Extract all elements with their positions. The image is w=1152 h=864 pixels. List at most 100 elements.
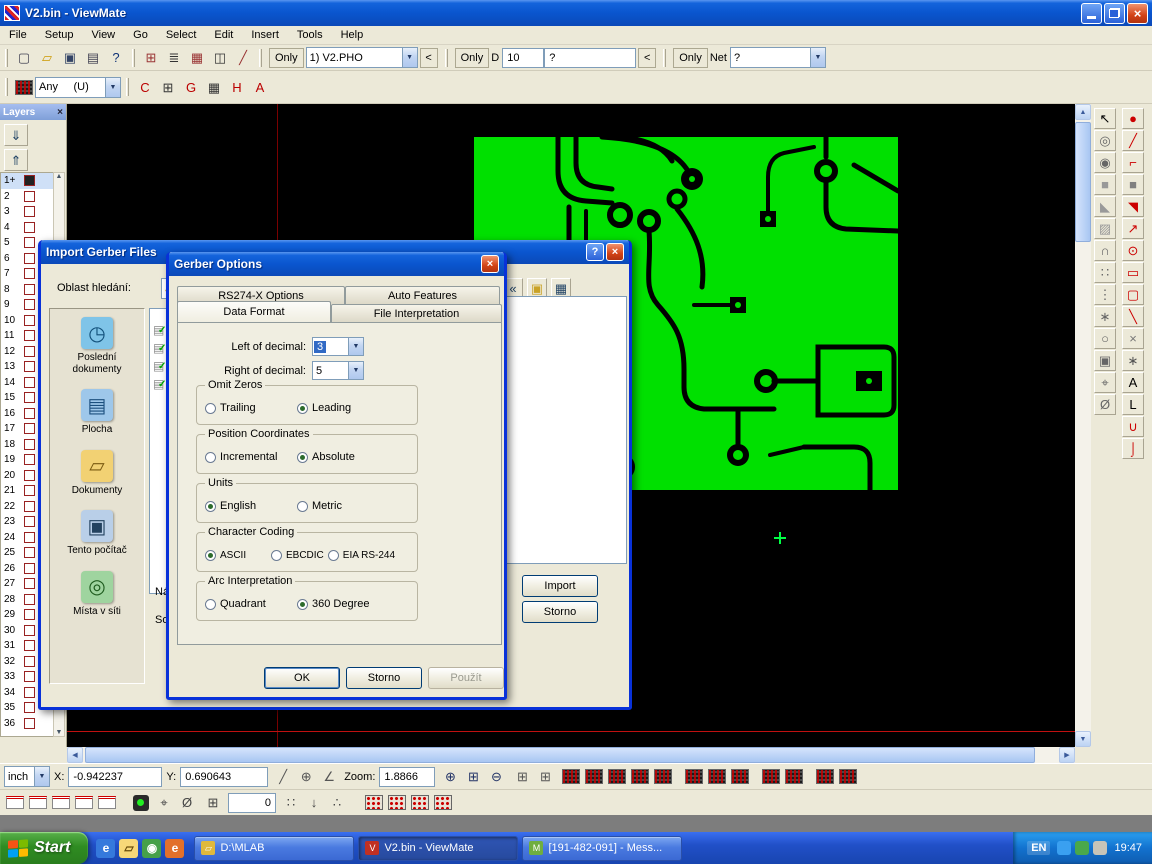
- minimize-button[interactable]: [1081, 3, 1102, 24]
- close-button[interactable]: ×: [1127, 3, 1148, 24]
- pad-mode-2-icon[interactable]: [783, 766, 805, 788]
- tab-data-format[interactable]: Data Format: [177, 301, 331, 322]
- dot-grid-icon[interactable]: ∷: [280, 792, 302, 814]
- layer-status-light-icon[interactable]: [133, 795, 149, 811]
- ok-button[interactable]: OK: [264, 667, 340, 689]
- browser-quicklaunch-icon[interactable]: e: [165, 839, 184, 858]
- vector-icon[interactable]: ↗: [1122, 218, 1144, 239]
- taskbar-task-v2-bin-viewmate[interactable]: VV2.bin - ViewMate: [358, 836, 518, 861]
- zoom-window-icon[interactable]: ⊞: [462, 766, 484, 788]
- toolbar-grip[interactable]: [259, 49, 262, 67]
- layer-row-2[interactable]: 2: [1, 189, 53, 205]
- radio-absolute[interactable]: Absolute: [297, 451, 355, 463]
- pattern-2-icon[interactable]: [386, 792, 408, 814]
- menu-item-insert[interactable]: Insert: [242, 27, 288, 43]
- display-mode-3-icon[interactable]: [606, 766, 628, 788]
- grid-settings-icon[interactable]: ⊞: [202, 792, 224, 814]
- import-cancel-button[interactable]: Storno: [522, 601, 598, 623]
- aperture-filter-combo[interactable]: Any (U) ▼: [35, 77, 121, 98]
- pattern-4-icon[interactable]: [432, 792, 454, 814]
- diameter-icon[interactable]: Ø: [176, 792, 198, 814]
- vertical-scroll-thumb[interactable]: [1075, 122, 1091, 242]
- scroll-up-icon[interactable]: ▲: [56, 173, 63, 180]
- toolbar-grip[interactable]: [126, 78, 129, 96]
- import-button[interactable]: Import: [522, 575, 598, 597]
- star-tool-icon[interactable]: ∗: [1094, 306, 1116, 327]
- hook-icon[interactable]: ⌡: [1122, 438, 1144, 459]
- radio-trailing[interactable]: Trailing: [205, 402, 291, 414]
- thin-line-icon[interactable]: ╲: [1122, 306, 1144, 327]
- net-select-combo[interactable]: ? ▼: [730, 47, 826, 68]
- toolbar-grip[interactable]: [445, 49, 448, 67]
- pads-pair-icon[interactable]: ∷: [1094, 262, 1116, 283]
- snapshot-icon[interactable]: ▣: [1094, 350, 1116, 371]
- snap-point-icon[interactable]: ∴: [326, 792, 348, 814]
- display-mode-5-icon[interactable]: [652, 766, 674, 788]
- text-icon[interactable]: A: [1122, 372, 1144, 393]
- layer-down-icon[interactable]: ⇓: [4, 124, 28, 146]
- text-tool-icon[interactable]: A: [249, 76, 271, 98]
- unit-combo-arrow-icon[interactable]: ▼: [34, 767, 49, 786]
- print-icon[interactable]: ▤: [82, 47, 104, 69]
- draw-rect-icon[interactable]: ▭: [1122, 262, 1144, 283]
- only-net-toggle[interactable]: Only: [673, 48, 708, 68]
- arc-segment-icon[interactable]: ∩: [1094, 240, 1116, 261]
- radio-360-degree[interactable]: 360 Degree: [297, 598, 370, 610]
- start-button[interactable]: Start: [0, 832, 88, 864]
- tab-file-interpretation[interactable]: File Interpretation: [331, 304, 502, 322]
- display-mode-4-icon[interactable]: [629, 766, 651, 788]
- messenger-quicklaunch-icon[interactable]: ◉: [142, 839, 161, 858]
- save-icon[interactable]: ▣: [59, 47, 81, 69]
- layer-mode-1-icon[interactable]: [683, 766, 705, 788]
- rounded-rect-icon[interactable]: ▢: [1122, 284, 1144, 305]
- probe-icon[interactable]: ⌖: [1094, 372, 1116, 393]
- gerber-dialog-close-button[interactable]: ×: [481, 255, 499, 273]
- layer-row-3[interactable]: 3: [1, 204, 53, 220]
- display-mode-1-icon[interactable]: [560, 766, 582, 788]
- menu-item-help[interactable]: Help: [332, 27, 373, 43]
- zoom-out-icon[interactable]: ⊖: [485, 766, 507, 788]
- left-of-decimal-combo[interactable]: 3 ▼: [312, 337, 364, 356]
- fill-square-icon[interactable]: ■: [1094, 174, 1116, 195]
- layer-colors-icon[interactable]: [13, 76, 35, 98]
- draw-polyline-icon[interactable]: ⌐: [1122, 152, 1144, 173]
- layer-mode-2-icon[interactable]: [706, 766, 728, 788]
- dcode-list-icon[interactable]: ≣: [163, 47, 185, 69]
- ie-quicklaunch-icon[interactable]: e: [96, 839, 115, 858]
- layer-up-icon[interactable]: ⇑: [4, 149, 28, 171]
- import-dialog-close-button[interactable]: ×: [606, 243, 624, 261]
- select-cursor-icon[interactable]: ↖: [1094, 108, 1116, 129]
- layers-panel-header[interactable]: Layers ×: [0, 104, 66, 120]
- gerber-icon[interactable]: G: [180, 76, 202, 98]
- radio-leading[interactable]: Leading: [297, 402, 351, 414]
- scroll-left-icon[interactable]: ◀: [67, 747, 83, 763]
- gerber-dialog-titlebar[interactable]: Gerber Options ×: [169, 252, 504, 276]
- draw-arrow-icon[interactable]: ◥: [1122, 196, 1144, 217]
- language-indicator[interactable]: EN: [1027, 841, 1050, 855]
- menu-item-file[interactable]: File: [0, 27, 36, 43]
- toolbar-grip[interactable]: [5, 49, 8, 67]
- only-dcode-toggle[interactable]: Only: [455, 48, 490, 68]
- scroll-down-icon[interactable]: ▼: [1075, 731, 1091, 747]
- step-value-field[interactable]: 0: [228, 793, 276, 813]
- measure-distance-icon[interactable]: ╱: [272, 766, 294, 788]
- zoom-in-icon[interactable]: ⊕: [439, 766, 461, 788]
- radio-english[interactable]: English: [205, 500, 291, 512]
- scroll-up-icon[interactable]: ▲: [1075, 104, 1091, 120]
- dialog-help-button[interactable]: ?: [586, 243, 604, 261]
- unit-combo[interactable]: inch ▼: [4, 766, 50, 787]
- display-mode-2-icon[interactable]: [583, 766, 605, 788]
- radio-eia-rs-244[interactable]: EIA RS-244: [328, 550, 395, 561]
- menu-item-select[interactable]: Select: [157, 27, 206, 43]
- view-menu-icon[interactable]: ▦: [551, 278, 571, 298]
- horizontal-scrollbar[interactable]: ◀ ▶: [67, 747, 1075, 763]
- prev-layer-button[interactable]: <: [420, 48, 438, 68]
- open-file-icon[interactable]: ▱: [36, 47, 58, 69]
- draw-line-icon[interactable]: ╱: [1122, 130, 1144, 151]
- toolbar-grip[interactable]: [132, 49, 135, 67]
- measure-probe-icon[interactable]: Ø: [1094, 394, 1116, 415]
- left-of-decimal-arrow-icon[interactable]: ▼: [348, 338, 363, 355]
- dimension-icon[interactable]: L: [1122, 394, 1144, 415]
- trim-icon[interactable]: ×: [1122, 328, 1144, 349]
- menu-item-view[interactable]: View: [82, 27, 124, 43]
